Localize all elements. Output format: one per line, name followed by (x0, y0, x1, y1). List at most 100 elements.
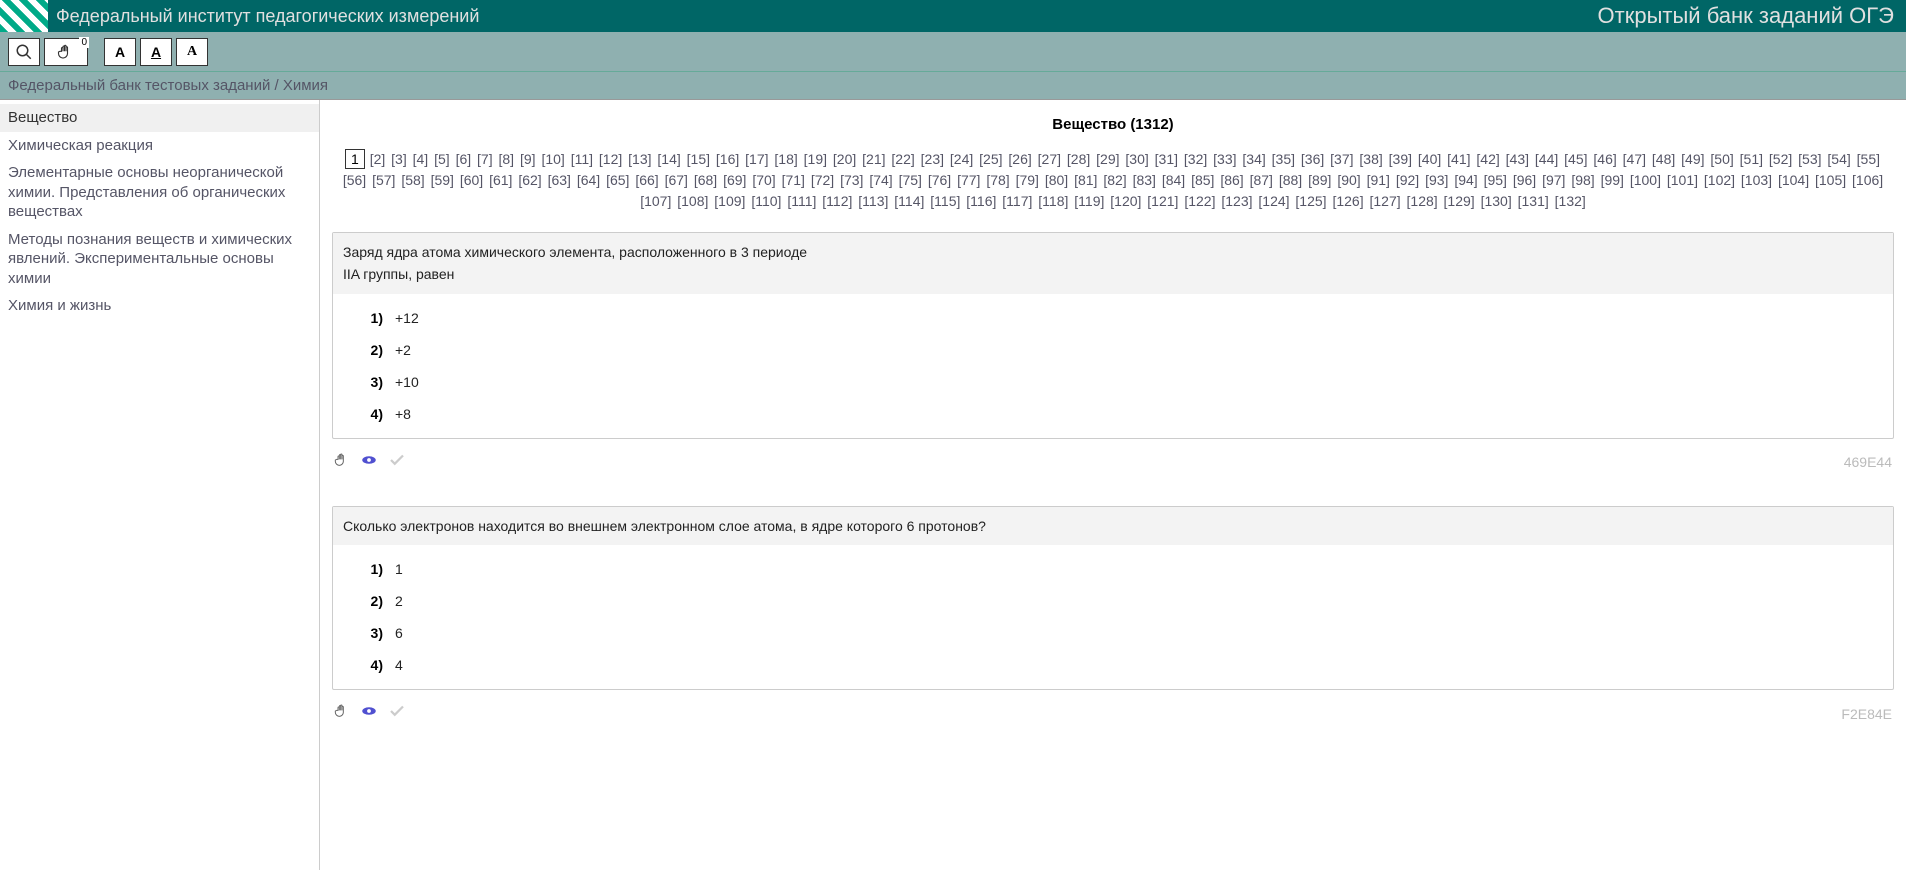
check-icon[interactable] (388, 702, 406, 725)
page-93[interactable]: [93] (1424, 172, 1449, 188)
sidebar-item-3[interactable]: Методы познания веществ и химических явл… (0, 226, 319, 293)
page-95[interactable]: [95] (1483, 172, 1508, 188)
page-52[interactable]: [52] (1768, 151, 1793, 167)
page-46[interactable]: [46] (1592, 151, 1617, 167)
page-65[interactable]: [65] (605, 172, 630, 188)
page-3[interactable]: [3] (390, 151, 408, 167)
page-126[interactable]: [126] (1331, 193, 1364, 209)
answer-0[interactable]: 1)+12 (353, 302, 1873, 334)
page-122[interactable]: [122] (1183, 193, 1216, 209)
page-28[interactable]: [28] (1066, 151, 1091, 167)
page-22[interactable]: [22] (890, 151, 915, 167)
page-24[interactable]: [24] (949, 151, 974, 167)
page-25[interactable]: [25] (978, 151, 1003, 167)
page-120[interactable]: [120] (1109, 193, 1142, 209)
page-51[interactable]: [51] (1739, 151, 1764, 167)
page-64[interactable]: [64] (576, 172, 601, 188)
page-119[interactable]: [119] (1073, 193, 1105, 209)
page-115[interactable]: [115] (929, 193, 961, 209)
page-2[interactable]: [2] (369, 151, 387, 167)
page-85[interactable]: [85] (1190, 172, 1215, 188)
hand-icon[interactable] (334, 452, 350, 473)
page-47[interactable]: [47] (1622, 151, 1647, 167)
page-7[interactable]: [7] (476, 151, 494, 167)
page-123[interactable]: [123] (1220, 193, 1253, 209)
page-29[interactable]: [29] (1095, 151, 1120, 167)
page-14[interactable]: [14] (656, 151, 681, 167)
page-67[interactable]: [67] (664, 172, 689, 188)
page-1[interactable]: 1 (345, 149, 365, 169)
hand-icon[interactable] (334, 703, 350, 724)
page-99[interactable]: [99] (1600, 172, 1625, 188)
page-80[interactable]: [80] (1044, 172, 1069, 188)
page-72[interactable]: [72] (810, 172, 835, 188)
page-27[interactable]: [27] (1037, 151, 1062, 167)
page-58[interactable]: [58] (400, 172, 425, 188)
page-89[interactable]: [89] (1307, 172, 1332, 188)
page-117[interactable]: [117] (1001, 193, 1033, 209)
page-132[interactable]: [132] (1554, 193, 1587, 209)
page-53[interactable]: [53] (1797, 151, 1822, 167)
page-30[interactable]: [30] (1124, 151, 1149, 167)
page-32[interactable]: [32] (1183, 151, 1208, 167)
page-36[interactable]: [36] (1300, 151, 1325, 167)
page-6[interactable]: [6] (455, 151, 473, 167)
page-4[interactable]: [4] (412, 151, 430, 167)
page-107[interactable]: [107] (639, 193, 672, 209)
answer-2[interactable]: 3)6 (353, 617, 1873, 649)
sidebar-item-0[interactable]: Вещество (0, 104, 319, 132)
page-75[interactable]: [75] (898, 172, 923, 188)
page-118[interactable]: [118] (1037, 193, 1069, 209)
page-31[interactable]: [31] (1154, 151, 1179, 167)
page-125[interactable]: [125] (1294, 193, 1327, 209)
page-45[interactable]: [45] (1563, 151, 1588, 167)
page-17[interactable]: [17] (744, 151, 769, 167)
page-112[interactable]: [112] (821, 193, 853, 209)
page-59[interactable]: [59] (430, 172, 455, 188)
page-23[interactable]: [23] (920, 151, 945, 167)
answer-1[interactable]: 2)2 (353, 585, 1873, 617)
font-underline-button[interactable]: A (140, 38, 172, 66)
page-91[interactable]: [91] (1366, 172, 1391, 188)
page-73[interactable]: [73] (839, 172, 864, 188)
page-5[interactable]: [5] (433, 151, 451, 167)
page-56[interactable]: [56] (342, 172, 367, 188)
page-101[interactable]: [101] (1666, 172, 1699, 188)
page-86[interactable]: [86] (1219, 172, 1244, 188)
page-128[interactable]: [128] (1406, 193, 1439, 209)
page-87[interactable]: [87] (1249, 172, 1274, 188)
font-normal-button[interactable]: A (104, 38, 136, 66)
page-82[interactable]: [82] (1102, 172, 1127, 188)
page-35[interactable]: [35] (1271, 151, 1296, 167)
page-78[interactable]: [78] (985, 172, 1010, 188)
page-11[interactable]: [11] (570, 151, 594, 167)
eye-icon[interactable] (360, 702, 378, 725)
page-129[interactable]: [129] (1443, 193, 1476, 209)
page-62[interactable]: [62] (517, 172, 542, 188)
page-76[interactable]: [76] (927, 172, 952, 188)
page-105[interactable]: [105] (1814, 172, 1847, 188)
page-102[interactable]: [102] (1703, 172, 1736, 188)
page-61[interactable]: [61] (488, 172, 513, 188)
page-16[interactable]: [16] (715, 151, 740, 167)
page-116[interactable]: [116] (965, 193, 997, 209)
page-74[interactable]: [74] (868, 172, 893, 188)
page-33[interactable]: [33] (1212, 151, 1237, 167)
page-92[interactable]: [92] (1395, 172, 1420, 188)
page-44[interactable]: [44] (1534, 151, 1559, 167)
page-8[interactable]: [8] (498, 151, 516, 167)
page-49[interactable]: [49] (1680, 151, 1705, 167)
page-19[interactable]: [19] (803, 151, 828, 167)
page-88[interactable]: [88] (1278, 172, 1303, 188)
hand-button[interactable]: 0 (44, 38, 88, 66)
page-96[interactable]: [96] (1512, 172, 1537, 188)
page-77[interactable]: [77] (956, 172, 981, 188)
page-114[interactable]: [114] (893, 193, 925, 209)
page-98[interactable]: [98] (1570, 172, 1595, 188)
page-69[interactable]: [69] (722, 172, 747, 188)
page-90[interactable]: [90] (1336, 172, 1361, 188)
page-81[interactable]: [81] (1073, 172, 1098, 188)
page-63[interactable]: [63] (547, 172, 572, 188)
page-60[interactable]: [60] (459, 172, 484, 188)
page-109[interactable]: [109] (713, 193, 746, 209)
